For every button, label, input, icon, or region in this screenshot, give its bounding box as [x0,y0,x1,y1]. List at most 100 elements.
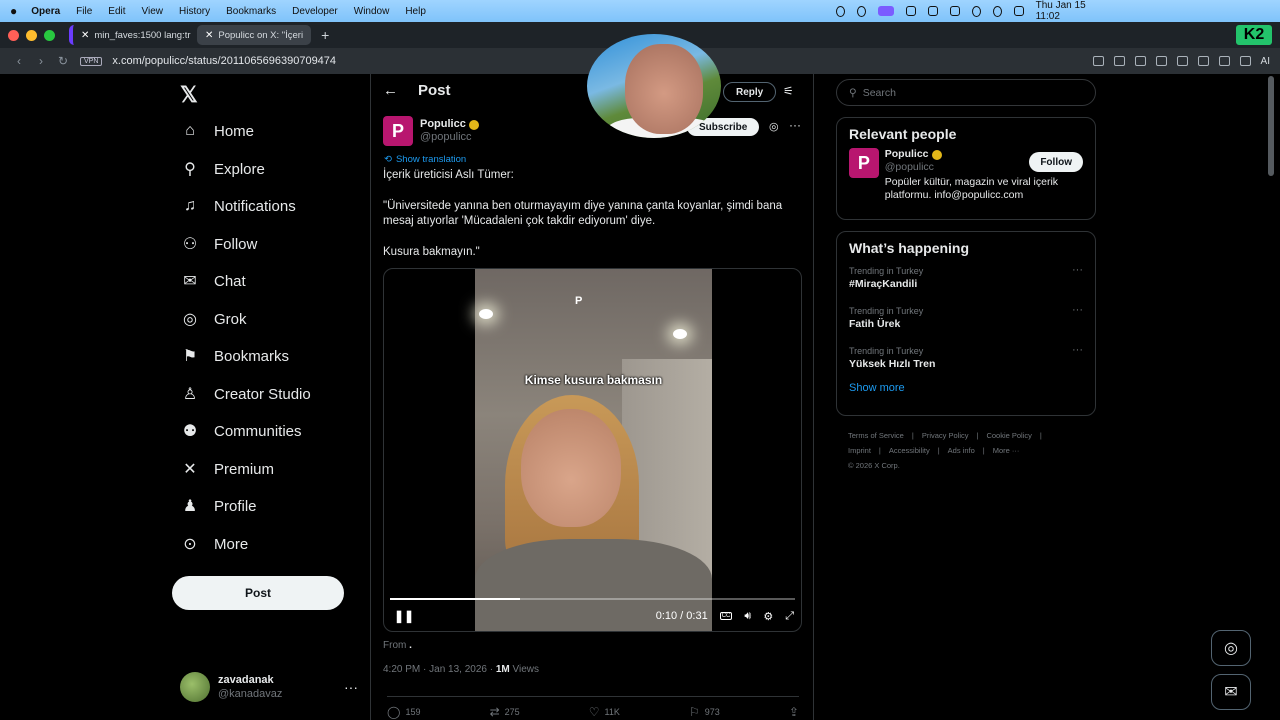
pause-icon[interactable]: ❚❚ [394,609,414,623]
browser-tab-post[interactable]: ✕ Populicc on X: "İçeri [197,25,312,45]
zoom-window-button[interactable] [44,29,55,41]
footer-link[interactable]: Terms of Service [848,431,904,440]
menu-app-name[interactable]: Opera [31,6,60,17]
reload-icon[interactable]: ↻ [52,54,74,68]
nav-item-communities[interactable]: ⚉ Communities [180,421,302,441]
footer-link[interactable]: Imprint [848,446,871,455]
nav-item-creator-studio[interactable]: ♙ Creator Studio [180,384,311,404]
nav-item-explore[interactable]: ⚲ Explore [180,159,265,179]
extension-icon[interactable] [1239,56,1251,66]
author-handle[interactable]: @populicc [420,131,479,144]
footer-link[interactable]: Accessibility [889,446,930,455]
trend-item[interactable]: Trending in Turkey Yüksek Hızlı Tren ··· [837,342,1095,382]
nav-item-chat[interactable]: ✉ Chat [180,271,245,291]
captions-icon[interactable]: CC [719,612,733,620]
menu-file[interactable]: File [76,6,92,17]
relevant-person-name[interactable]: Populicc [885,148,929,161]
repost-action[interactable]: ⇄ 275 [490,705,520,719]
more-dots-icon[interactable]: ··· [1072,304,1083,316]
video-player[interactable]: P Kimse kusura bakmasın ❚❚ 0:10 / 0:31 C… [383,268,802,632]
vpn-status-icon[interactable] [836,5,846,17]
trend-item[interactable]: Trending in Turkey #MiraçKandili ··· [837,262,1095,302]
new-tab-button[interactable]: + [321,27,329,43]
trend-item[interactable]: Trending in Turkey Fatih Ürek ··· [837,302,1095,342]
back-arrow-icon[interactable]: ← [383,82,398,99]
nav-item-bookmarks[interactable]: ⚑ Bookmarks [180,346,289,366]
grok-fab-button[interactable]: ◎ [1211,630,1251,666]
nav-item-profile[interactable]: ♟ Profile [180,496,257,516]
show-translation-link[interactable]: ⟲ Show translation [384,154,466,165]
minimize-window-button[interactable] [26,29,37,41]
profile-icon[interactable] [1218,56,1230,66]
back-button[interactable]: ‹ [8,54,30,68]
fullscreen-icon[interactable]: ⤢ [785,610,794,623]
more-dots-icon[interactable]: ··· [1072,344,1083,356]
control-center-icon[interactable] [1013,6,1024,16]
page-scrollbar[interactable] [1268,76,1274,176]
relevant-person[interactable]: P Populicc @populicc Popüler kültür, mag… [837,148,1095,212]
menu-clock[interactable]: Thu Jan 15 11:02 [1036,0,1096,22]
screen-share-icon[interactable] [878,6,895,16]
share-action[interactable]: ⇪ [789,705,799,719]
cloud-icon[interactable] [857,5,867,17]
account-switcher[interactable]: zavadanak @kanadavaz ··· [180,672,358,702]
search-input[interactable]: ⚲ Search [836,79,1096,106]
author-name[interactable]: Populicc [420,118,466,131]
reply-action[interactable]: ◯ 159 [387,705,420,719]
nav-item-more[interactable]: ⊙ More [180,534,248,554]
nav-item-home[interactable]: ⌂ Home [180,121,254,141]
apple-menu-icon[interactable]: ● [10,4,17,18]
opera-k2-badge[interactable]: K2 [1236,25,1272,45]
like-action[interactable]: ♡ 11K [589,705,620,719]
menu-developer[interactable]: Developer [292,6,338,17]
camera-icon[interactable] [1113,56,1125,66]
volume-icon[interactable]: 🔊︎ [744,610,751,623]
footer-link[interactable]: More ··· [993,446,1020,455]
battery-icon[interactable] [949,6,960,16]
footer-link[interactable]: Cookie Policy [986,431,1031,440]
shield-icon[interactable] [1134,56,1146,66]
keyboard-icon[interactable] [928,6,938,16]
video-progress-bar[interactable] [390,598,795,600]
more-dots-icon[interactable]: ··· [789,118,801,132]
post-timestamp[interactable]: 4:20 PM · Jan 13, 2026 · [383,664,496,675]
nav-item-premium[interactable]: ✕ Premium [180,459,274,479]
close-window-button[interactable] [8,29,19,41]
grok-icon[interactable]: ◎ [769,120,779,133]
reply-button[interactable]: Reply [723,82,777,102]
nav-item-notifications[interactable]: ♫ Notifications [180,196,296,216]
menu-edit[interactable]: Edit [108,6,125,17]
nav-item-grok[interactable]: ◎ Grok [180,309,247,329]
forward-button[interactable]: › [30,54,52,68]
footer-link[interactable]: Privacy Policy [922,431,969,440]
compose-post-button[interactable]: Post [172,576,344,610]
grid-icon[interactable] [906,6,917,16]
heart-icon[interactable] [1176,56,1188,66]
focus-moon-icon[interactable] [992,5,1002,17]
more-dots-icon[interactable]: ··· [344,679,358,695]
send-icon[interactable] [1155,56,1167,66]
browser-tab-search[interactable]: ✕ min_faves:1500 lang:tr [69,25,193,45]
menu-bookmarks[interactable]: Bookmarks [226,6,276,17]
avatar[interactable]: P [849,148,879,178]
edit-icon[interactable] [1092,56,1104,66]
menu-help[interactable]: Help [405,6,426,17]
nav-item-follow[interactable]: ⚇ Follow [180,234,258,254]
menu-history[interactable]: History [179,6,210,17]
messages-fab-button[interactable]: ✉ [1211,674,1251,710]
follow-button[interactable]: Follow [1029,152,1083,172]
settings-sliders-icon[interactable]: ⚟ [783,84,794,98]
play-icon[interactable] [971,5,981,17]
webcam-overlay[interactable] [587,34,721,138]
settings-gear-icon[interactable]: ⚙ [763,610,773,623]
ai-button[interactable]: AI [1261,56,1270,67]
bookmark-action[interactable]: ⚐ 973 [689,705,720,719]
url-field[interactable]: x.com/populicc/status/201106569639070947… [112,55,336,67]
x-logo-icon[interactable]: 𝕏 [180,82,198,108]
more-dots-icon[interactable]: ··· [1072,264,1083,276]
menu-window[interactable]: Window [354,6,390,17]
menu-view[interactable]: View [142,6,164,17]
show-more-link[interactable]: Show more [837,382,1095,404]
vpn-badge[interactable]: VPN [80,56,103,66]
avatar[interactable]: P [383,116,413,146]
